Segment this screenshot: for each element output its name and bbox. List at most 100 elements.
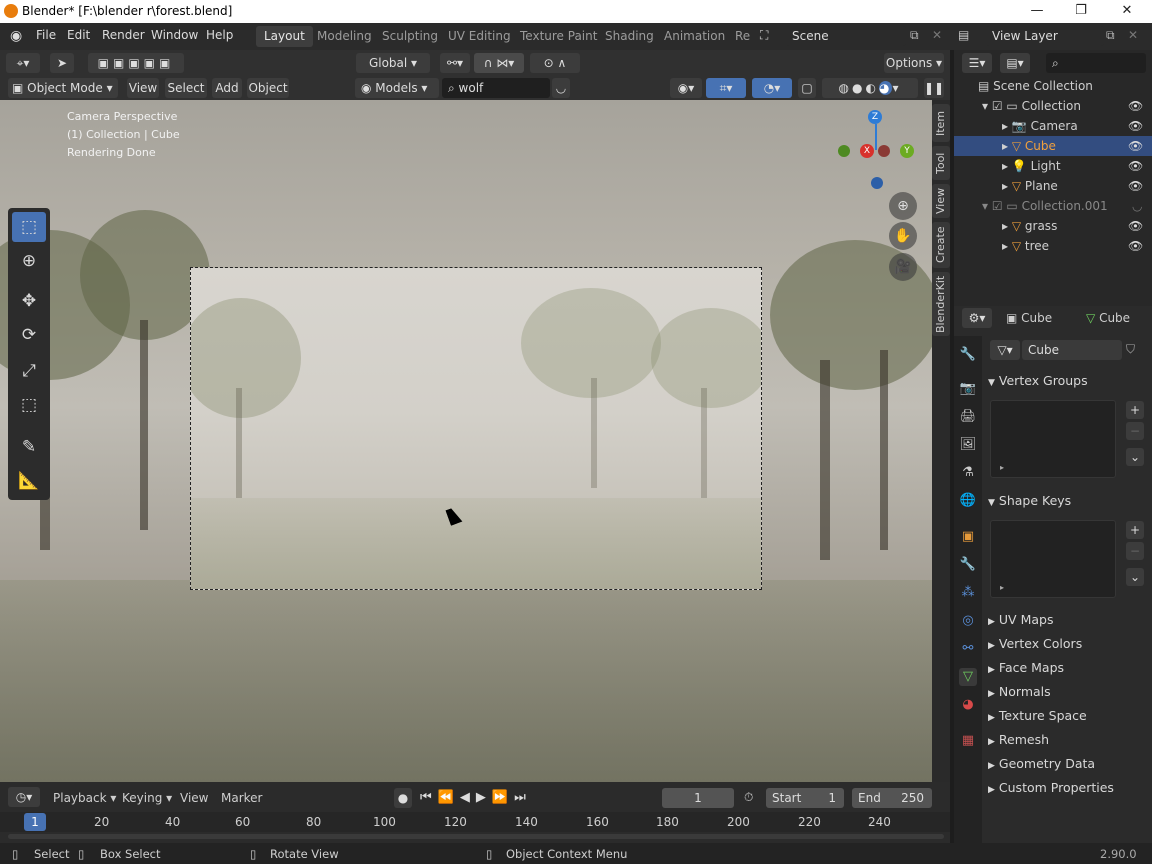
close-button[interactable]: ✕ [1104, 0, 1150, 23]
view-layer-tab-icon[interactable]: 🖼 [959, 436, 977, 454]
delete-scene-icon[interactable]: ✕ [932, 28, 942, 42]
timeline-scrollbar[interactable] [8, 834, 944, 839]
particles-tab-icon[interactable]: ⁂ [959, 584, 977, 602]
cursor-tool-icon[interactable]: ⊕ [12, 246, 46, 276]
move-tool-icon[interactable]: ✥ [12, 286, 46, 316]
outliner-search-input[interactable]: ⌕ [1046, 53, 1146, 73]
scene-tab-icon[interactable]: ⚗ [959, 464, 977, 482]
add-shape-key-button[interactable]: + [1126, 521, 1144, 539]
tab-tool[interactable]: Tool [932, 146, 950, 180]
panel-vertex-colors[interactable]: ▶ Vertex Colors [988, 633, 1148, 655]
xray-toggle[interactable]: ▢ [798, 78, 816, 98]
minimize-button[interactable]: — [1014, 0, 1060, 23]
object-tab-icon[interactable]: ▣ [959, 528, 977, 546]
rotate-tool-icon[interactable]: ⟳ [12, 320, 46, 350]
remove-shape-key-button[interactable]: − [1126, 542, 1144, 560]
tab-layout[interactable]: Layout [256, 26, 313, 47]
tool-tab-icon[interactable]: 🔧 [959, 346, 977, 364]
mode-dropdown[interactable]: ▣ Object Mode ▾ [8, 78, 118, 98]
add-vertex-group-button[interactable]: + [1126, 401, 1144, 419]
world-tab-icon[interactable]: 🌐 [959, 492, 977, 510]
timeline-editor-type-icon[interactable]: ◷▾ [8, 787, 40, 807]
outliner-row[interactable]: ▸ 📷 Camera [954, 116, 1152, 136]
scene-selector[interactable]: Scene [786, 26, 906, 46]
timeline-menu-view[interactable]: View [180, 791, 208, 805]
remove-vertex-group-button[interactable]: − [1126, 422, 1144, 440]
maximize-button[interactable]: ❐ [1058, 0, 1104, 23]
blenderkit-search-input[interactable]: ⌕ wolf [442, 78, 550, 98]
outliner-row[interactable]: ▾ ☑ ▭ Collection.001 [954, 196, 1152, 216]
panel-texture-space[interactable]: ▶ Texture Space [988, 705, 1148, 727]
options-dropdown[interactable]: Options ▾ [884, 53, 944, 73]
render-tab-icon[interactable]: 📷 [959, 380, 977, 398]
output-tab-icon[interactable]: 🖨 [959, 408, 977, 426]
gizmo-neg-z-axis[interactable] [871, 177, 883, 189]
gizmo-toggle[interactable]: ⌗▾ [706, 78, 746, 98]
panel-vertex-groups[interactable]: ▼ Vertex Groups [988, 370, 1148, 392]
tab-blenderkit[interactable]: BlenderKit [932, 272, 950, 336]
annotate-tool-icon[interactable]: ✎ [12, 432, 46, 462]
modifier-tab-icon[interactable]: 🔧 [959, 556, 977, 574]
gizmo-x-axis[interactable]: X [860, 144, 874, 158]
tab-view[interactable]: View [932, 184, 950, 218]
menu-view[interactable]: View [127, 78, 159, 98]
gizmo-neg-x-axis[interactable] [878, 145, 890, 157]
auto-keying-record-icon[interactable]: ● [394, 788, 412, 808]
tab-shading[interactable]: Shading [597, 26, 662, 47]
menu-render[interactable]: Render [102, 28, 145, 42]
snap-icon[interactable]: ∩ ⋈▾ [474, 53, 524, 73]
menu-add[interactable]: Add [212, 78, 242, 98]
zoom-icon[interactable]: ⊕ [889, 192, 917, 220]
active-tool-icon[interactable]: ➤ [50, 53, 74, 73]
material-tab-icon[interactable]: ◕ [959, 696, 977, 714]
panel-normals[interactable]: ▶ Normals [988, 681, 1148, 703]
panel-face-maps[interactable]: ▶ Face Maps [988, 657, 1148, 679]
gizmo-neg-y-axis[interactable] [838, 145, 850, 157]
list-expand-icon[interactable]: ▸ [1000, 583, 1004, 592]
outliner-row[interactable]: ▾ ☑ ▭ Collection [954, 96, 1152, 116]
outliner-row[interactable]: ▸ ▽ Plane [954, 176, 1152, 196]
menu-object[interactable]: Object [247, 78, 289, 98]
transform-orientation-dropdown[interactable]: Global ▾ [356, 53, 430, 73]
timeline-menu-keying[interactable]: Keying ▾ [122, 791, 172, 805]
visibility-eye-icon[interactable]: 👁 👁 [1128, 216, 1143, 256]
tab-create[interactable]: Create [932, 222, 950, 268]
blenderkit-category-dropdown[interactable]: ◉ Models ▾ [355, 78, 439, 98]
tab-item[interactable]: Item [932, 104, 950, 142]
search-filter-icon[interactable]: ◡ [552, 78, 570, 98]
outliner-row[interactable]: ▸ ▽ grass [954, 216, 1152, 236]
panel-geometry-data[interactable]: ▶ Geometry Data [988, 753, 1148, 775]
mesh-data-tab-icon[interactable]: ▽ [959, 668, 977, 686]
stopwatch-icon[interactable]: ⏱ [744, 790, 753, 805]
editor-type-icon[interactable]: ⌖▾ [6, 53, 40, 73]
physics-tab-icon[interactable]: ◎ [959, 612, 977, 630]
frame-cursor[interactable]: 1 [24, 813, 46, 831]
playback-controls[interactable]: ⏮⏪◀▶⏩⏭ [420, 790, 532, 805]
panel-shape-keys[interactable]: ▼ Shape Keys [988, 490, 1148, 512]
mesh-browse-icon[interactable]: ▽▾ [990, 340, 1020, 360]
outliner-row[interactable]: ▸ 💡 Light [954, 156, 1152, 176]
3d-viewport[interactable]: Camera Perspective (1) Collection | Cube… [0, 100, 932, 782]
gizmo-y-axis[interactable]: Y [900, 144, 914, 158]
menu-select[interactable]: Select [165, 78, 207, 98]
list-expand-icon[interactable]: ▸ [1000, 463, 1004, 472]
current-frame-field[interactable]: 1 [662, 788, 734, 808]
panel-remesh[interactable]: ▶ Remesh [988, 729, 1148, 751]
texture-tab-icon[interactable]: ▦ [959, 732, 977, 750]
visibility-eye-icon[interactable]: 👁 👁 👁 👁 👁 [1128, 96, 1143, 196]
mesh-name-field[interactable]: Cube [1022, 340, 1122, 360]
menu-help[interactable]: Help [206, 28, 233, 42]
fake-user-shield-icon[interactable]: ⛉ [1126, 342, 1135, 357]
tab-sculpting[interactable]: Sculpting [374, 26, 446, 47]
delete-view-layer-icon[interactable]: ✕ [1128, 28, 1138, 42]
scale-tool-icon[interactable]: ⤢ [12, 356, 46, 386]
tab-texture-paint[interactable]: Texture Paint [512, 26, 605, 47]
visibility-dropdown[interactable]: ◉▾ [670, 78, 702, 98]
outliner-editor-type-icon[interactable]: ☰▾ [962, 53, 992, 73]
pan-hand-icon[interactable]: ✋ [889, 222, 917, 250]
view-layer-selector[interactable]: View Layer [986, 26, 1104, 46]
tab-uv-editing[interactable]: UV Editing [440, 26, 519, 47]
properties-editor-type-icon[interactable]: ⚙▾ [962, 308, 992, 328]
menu-edit[interactable]: Edit [67, 28, 90, 42]
menu-window[interactable]: Window [151, 28, 198, 42]
